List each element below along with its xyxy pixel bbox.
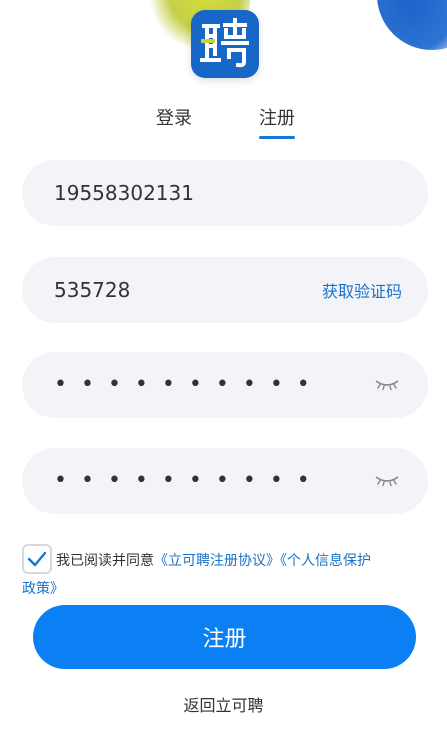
app-logo [191, 10, 259, 78]
get-code-button[interactable]: 获取验证码 [322, 278, 402, 302]
password-field: •••••••••• [22, 352, 428, 418]
confirm-password-field: •••••••••• [22, 448, 428, 514]
auth-tabs: 登录 注册 [0, 104, 447, 144]
decorative-blob-blue [377, 0, 447, 50]
eye-closed-icon[interactable] [372, 375, 402, 395]
checkmark-icon [27, 551, 47, 567]
agreement-text: 我已阅读并同意 [56, 553, 154, 569]
tab-register[interactable]: 注册 [259, 104, 295, 130]
privacy-policy-link-part2: 政策》 [22, 581, 64, 597]
agreement-checkbox[interactable] [22, 544, 52, 574]
verification-code-input[interactable] [54, 270, 322, 310]
privacy-policy-link-part1: 《个人信息保护 [280, 553, 371, 569]
phone-field [22, 160, 428, 226]
confirm-password-input[interactable]: •••••••••• [54, 461, 372, 501]
eye-closed-icon[interactable] [372, 471, 402, 491]
phone-input[interactable] [54, 173, 402, 213]
tab-login[interactable]: 登录 [156, 104, 192, 130]
active-tab-indicator [259, 136, 295, 139]
verification-code-field: 获取验证码 [22, 257, 428, 323]
password-input[interactable]: •••••••••• [54, 365, 372, 405]
register-submit-button[interactable]: 注册 [33, 605, 416, 669]
pin-logo-icon [200, 18, 249, 68]
service-agreement-link[interactable]: 《立可聘注册协议》 [154, 553, 280, 569]
back-to-app-link[interactable]: 返回立可聘 [0, 692, 447, 716]
register-page: 登录 注册 获取验证码 •••••••••• •••••••••• [0, 0, 447, 732]
agreement-row: 我已阅读并同意《立可聘注册协议》《个人信息保护政策》 [22, 544, 432, 602]
